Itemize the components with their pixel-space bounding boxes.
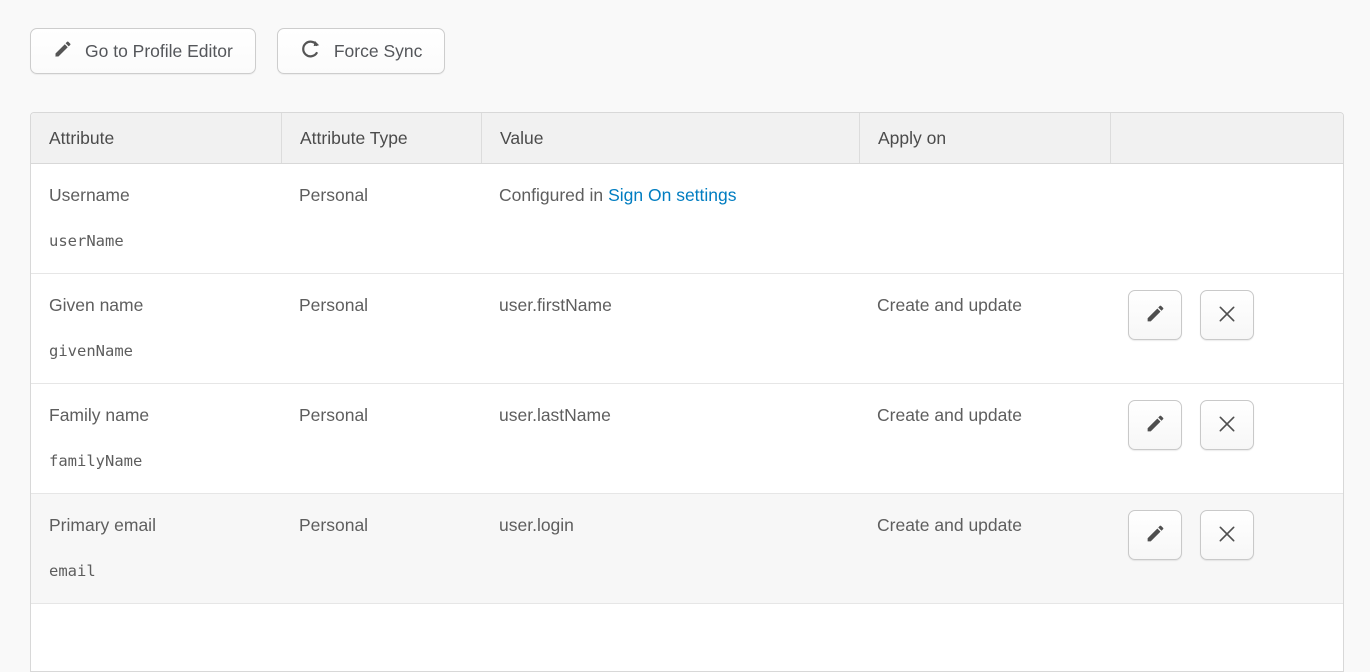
actions-cell — [1110, 274, 1343, 383]
table-row-primary-email: Primary email email Personal user.login … — [31, 494, 1343, 604]
attribute-code: familyName — [49, 452, 271, 470]
edit-attribute-button[interactable] — [1128, 290, 1182, 340]
refresh-icon — [300, 38, 322, 65]
value-prefix-text: Configured in — [499, 185, 603, 205]
apply-on-cell: Create and update — [859, 384, 1110, 493]
attribute-code: email — [49, 562, 271, 580]
edit-attribute-button[interactable] — [1128, 510, 1182, 560]
attribute-display-name: Family name — [49, 405, 271, 426]
table-row-username: Username userName Personal Configured in… — [31, 164, 1343, 274]
pencil-icon — [1145, 523, 1166, 547]
value-cell: user.login — [481, 494, 859, 603]
actions-cell — [1110, 384, 1343, 493]
attribute-code: givenName — [49, 342, 271, 360]
pencil-icon — [53, 39, 73, 64]
attribute-display-name: Given name — [49, 295, 271, 316]
attribute-cell: Primary email email — [31, 494, 281, 603]
table-row-family-name: Family name familyName Personal user.las… — [31, 384, 1343, 494]
attribute-cell: Username userName — [31, 164, 281, 273]
attribute-mapping-table: Attribute Attribute Type Value Apply on … — [30, 112, 1344, 672]
attribute-type-cell: Personal — [281, 164, 481, 273]
value-cell: user.firstName — [481, 274, 859, 383]
close-icon — [1217, 304, 1237, 327]
sign-on-settings-link[interactable]: Sign On settings — [608, 185, 736, 205]
attribute-type-cell: Personal — [281, 384, 481, 493]
table-header-row: Attribute Attribute Type Value Apply on — [31, 113, 1343, 164]
pencil-icon — [1145, 413, 1166, 437]
attribute-display-name: Username — [49, 185, 271, 206]
attribute-type-cell: Personal — [281, 274, 481, 383]
apply-on-cell: Create and update — [859, 274, 1110, 383]
delete-attribute-button[interactable] — [1200, 400, 1254, 450]
attribute-type-cell: Personal — [281, 494, 481, 603]
edit-attribute-button[interactable] — [1128, 400, 1182, 450]
go-to-profile-editor-button[interactable]: Go to Profile Editor — [30, 28, 256, 74]
attribute-code: userName — [49, 232, 271, 250]
pencil-icon — [1145, 303, 1166, 327]
close-icon — [1217, 524, 1237, 547]
apply-on-cell — [859, 164, 1110, 273]
header-apply-on: Apply on — [859, 113, 1110, 163]
header-actions — [1110, 113, 1343, 163]
actions-cell — [1110, 164, 1343, 273]
delete-attribute-button[interactable] — [1200, 290, 1254, 340]
close-icon — [1217, 414, 1237, 437]
force-sync-label: Force Sync — [334, 41, 423, 62]
go-to-profile-editor-label: Go to Profile Editor — [85, 41, 233, 62]
force-sync-button[interactable]: Force Sync — [277, 28, 446, 74]
delete-attribute-button[interactable] — [1200, 510, 1254, 560]
attribute-display-name: Primary email — [49, 515, 271, 536]
value-cell: user.lastName — [481, 384, 859, 493]
attribute-cell: Family name familyName — [31, 384, 281, 493]
header-attribute-type: Attribute Type — [281, 113, 481, 163]
table-row-given-name: Given name givenName Personal user.first… — [31, 274, 1343, 384]
apply-on-cell: Create and update — [859, 494, 1110, 603]
attribute-cell: Given name givenName — [31, 274, 281, 383]
header-value: Value — [481, 113, 859, 163]
toolbar: Go to Profile Editor Force Sync — [30, 28, 445, 74]
actions-cell — [1110, 494, 1343, 603]
value-cell: Configured inSign On settings — [481, 164, 859, 273]
header-attribute: Attribute — [31, 113, 281, 163]
